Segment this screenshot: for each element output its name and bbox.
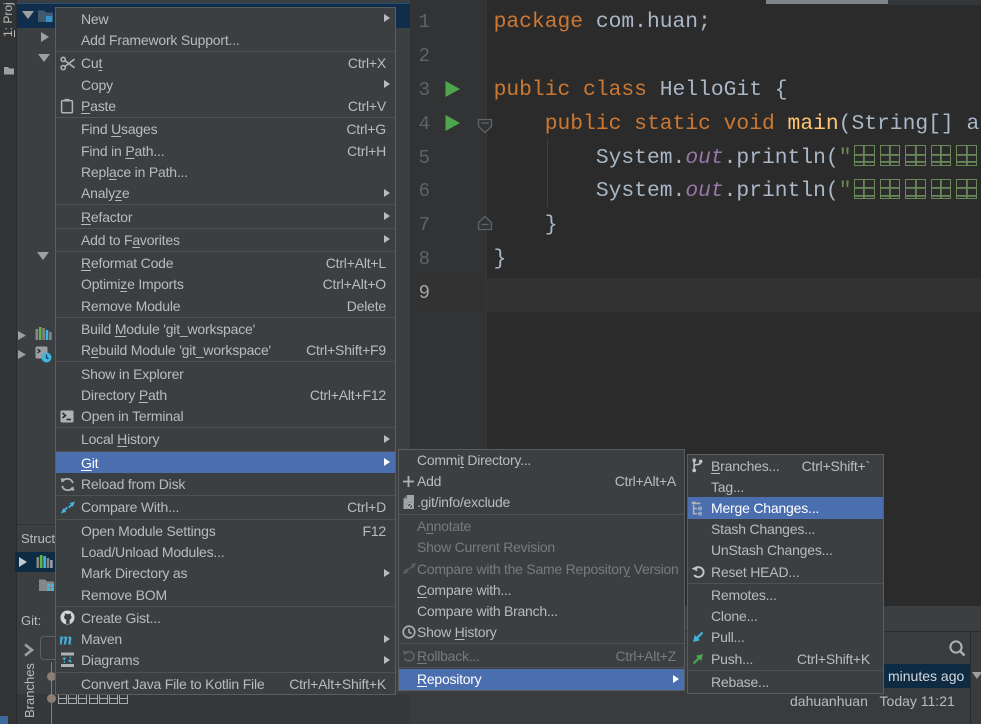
svg-text:m: m <box>60 632 72 647</box>
